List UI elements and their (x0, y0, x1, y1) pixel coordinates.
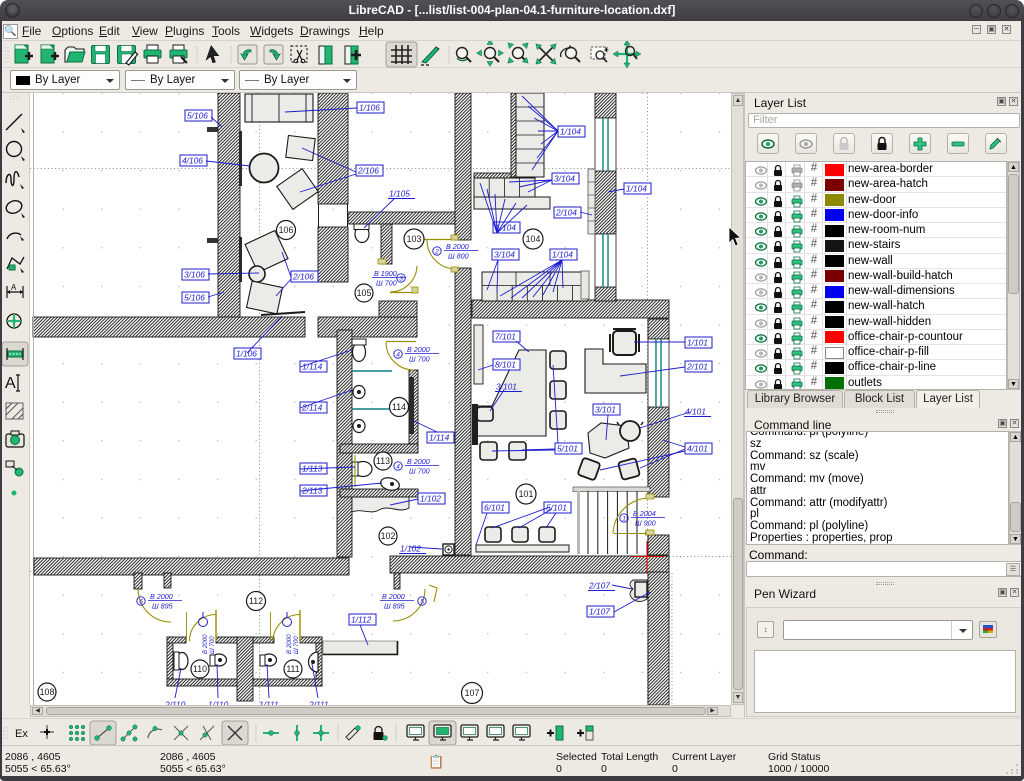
svg-text:B 2000: B 2000 (150, 592, 173, 601)
svg-text:1/105: 1/105 (389, 189, 410, 199)
svg-text:106: 106 (279, 225, 294, 235)
svg-text:107: 107 (465, 688, 480, 698)
svg-text:108: 108 (40, 687, 55, 697)
svg-text:1/114: 1/114 (429, 433, 450, 443)
svg-text:B 2000: B 2000 (286, 634, 293, 654)
svg-text:2/101: 2/101 (686, 362, 708, 372)
svg-text:104: 104 (526, 234, 541, 244)
svg-text:1: 1 (622, 516, 626, 523)
svg-text:B 2000: B 2000 (407, 457, 430, 466)
svg-text:A: A (11, 283, 17, 292)
svg-text:1/102: 1/102 (400, 544, 421, 554)
svg-text:B 2004: B 2004 (633, 509, 656, 518)
svg-text:4: 4 (396, 464, 400, 471)
svg-text:4: 4 (396, 352, 400, 359)
svg-text:B 2000: B 2000 (382, 592, 405, 601)
svg-text:Ш 900: Ш 900 (635, 519, 656, 528)
svg-text:A: A (5, 375, 16, 392)
svg-text:3/106: 3/106 (184, 270, 205, 280)
svg-text:1/112: 1/112 (351, 615, 372, 625)
svg-text:5/106: 5/106 (184, 293, 205, 303)
svg-text:111: 111 (286, 664, 299, 674)
svg-text:Ш 895: Ш 895 (384, 602, 406, 611)
svg-text:1/107: 1/107 (589, 607, 610, 617)
svg-text:101: 101 (519, 489, 534, 499)
svg-text:3/101: 3/101 (595, 405, 616, 415)
svg-text:B 2000: B 2000 (446, 242, 469, 251)
svg-text:5/101: 5/101 (557, 444, 578, 454)
svg-text:2/106: 2/106 (292, 272, 314, 282)
svg-text:105: 105 (357, 288, 372, 298)
svg-text:1/104: 1/104 (560, 127, 581, 137)
svg-text:103: 103 (407, 234, 422, 244)
svg-text:Ш 800: Ш 800 (448, 252, 469, 261)
svg-text:1/104: 1/104 (552, 250, 573, 260)
svg-text:6/101: 6/101 (484, 503, 505, 513)
svg-text:1/106: 1/106 (236, 349, 257, 359)
svg-text:Ш 700: Ш 700 (293, 636, 300, 654)
svg-text:Ш 700: Ш 700 (376, 279, 397, 288)
svg-text:Ш 895: Ш 895 (152, 602, 174, 611)
svg-text:3/104: 3/104 (494, 250, 515, 260)
svg-text:3/104: 3/104 (554, 174, 575, 184)
svg-text:112: 112 (249, 596, 263, 606)
svg-text:113: 113 (376, 456, 390, 466)
svg-text:B 2000: B 2000 (407, 345, 430, 354)
svg-text:2/106: 2/106 (357, 166, 379, 176)
svg-text:6: 6 (139, 599, 143, 606)
svg-text:Ex: Ex (15, 728, 28, 740)
svg-text:1/106: 1/106 (359, 103, 380, 113)
svg-text:5/106: 5/106 (187, 111, 208, 121)
svg-text:110: 110 (193, 664, 207, 674)
svg-text:B 2000: B 2000 (202, 634, 209, 654)
svg-text:2/104: 2/104 (555, 208, 577, 218)
svg-text:5: 5 (420, 599, 424, 606)
svg-text:Ш 700: Ш 700 (409, 467, 430, 476)
svg-text:Ш 700: Ш 700 (409, 355, 430, 364)
svg-text:1/104: 1/104 (626, 184, 647, 194)
svg-text:7/101: 7/101 (495, 332, 516, 342)
svg-text:114: 114 (392, 402, 406, 412)
svg-text:4/101: 4/101 (687, 444, 708, 454)
svg-text:3/101: 3/101 (496, 382, 517, 392)
svg-text:2/107: 2/107 (588, 581, 610, 591)
svg-text:4/101: 4/101 (685, 407, 706, 417)
svg-text:Ш 700: Ш 700 (209, 636, 216, 654)
svg-text:1/101: 1/101 (687, 338, 708, 348)
svg-text:4/106: 4/106 (182, 156, 203, 166)
svg-text:3: 3 (399, 276, 403, 283)
svg-text:2: 2 (434, 249, 439, 256)
svg-text:1/102: 1/102 (420, 494, 441, 504)
svg-text:8/101: 8/101 (495, 360, 516, 370)
svg-text:B 1900: B 1900 (374, 269, 397, 278)
svg-text:102: 102 (381, 531, 396, 541)
